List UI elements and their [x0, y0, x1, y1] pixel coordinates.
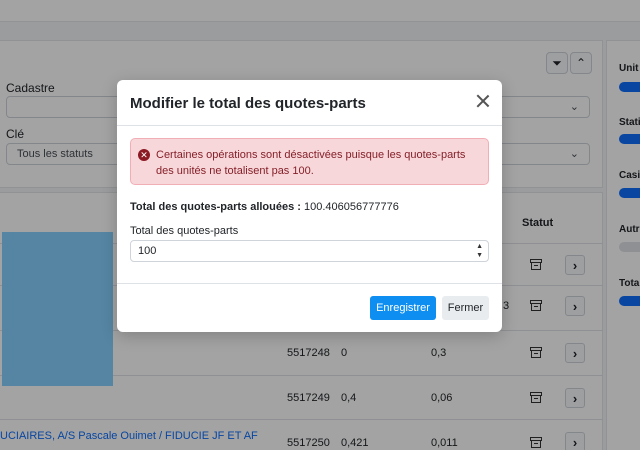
allocated-total-value: 100.406056777776 [304, 201, 399, 213]
quota-total-value: 100 [138, 245, 157, 257]
warning-alert: ✕ Certaines opérations sont désactivées … [130, 138, 489, 185]
modal-footer-divider [117, 283, 502, 284]
error-circle-icon: ✕ [138, 149, 150, 161]
alert-text: Certaines opérations sont désactivées pu… [156, 149, 466, 177]
close-button[interactable]: Fermer [442, 296, 489, 320]
edit-quota-modal: Modifier le total des quotes-parts ✕ Cer… [117, 80, 502, 332]
modal-title: Modifier le total des quotes-parts [130, 95, 366, 112]
quota-total-label: Total des quotes-parts [130, 225, 239, 237]
allocated-total-label: Total des quotes-parts allouées : [130, 201, 301, 213]
modal-header: Modifier le total des quotes-parts [117, 80, 502, 126]
save-button[interactable]: Enregistrer [370, 296, 436, 320]
close-icon[interactable] [476, 94, 490, 108]
number-spinner-icon[interactable]: ▲ ▼ [476, 242, 483, 260]
quota-total-input[interactable]: 100 ▲ ▼ [130, 240, 489, 262]
allocated-total: Total des quotes-parts allouées : 100.40… [130, 201, 399, 213]
